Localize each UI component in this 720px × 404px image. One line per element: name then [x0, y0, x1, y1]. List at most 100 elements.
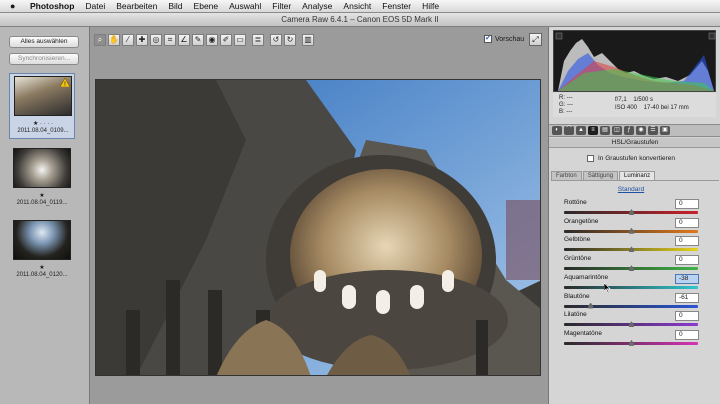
thumbnail-caption: 2011.08.04_0120...: [16, 272, 68, 278]
zoom-tool-icon[interactable]: ⌕: [94, 34, 106, 46]
snapshots-tab-icon[interactable]: ▣: [660, 126, 670, 135]
thumbnail-2[interactable]: ★ 2011.08.04_0119...: [9, 146, 75, 212]
preview-checkbox[interactable]: ✔: [484, 35, 492, 43]
straighten-tool-icon[interactable]: ∠: [178, 34, 190, 46]
standard-link[interactable]: Standard: [549, 186, 713, 193]
slider-value-field[interactable]: 0: [675, 199, 699, 209]
slider-value-field[interactable]: -38: [675, 273, 699, 284]
thumbnail-3[interactable]: ★ 2011.08.04_0120...: [9, 218, 75, 284]
hsl-tab-icon[interactable]: ≡: [588, 126, 598, 135]
rating-stars[interactable]: ★ · · · ·: [10, 120, 76, 127]
slider-track[interactable]: [564, 285, 698, 289]
thumbnail-image: [13, 148, 71, 188]
menu-bild[interactable]: Bild: [168, 1, 182, 11]
color-sampler-tool-icon[interactable]: ✚: [136, 34, 148, 46]
image-preview[interactable]: [95, 79, 541, 376]
slider-value-field[interactable]: -61: [675, 292, 699, 303]
rating-stars[interactable]: ★: [9, 192, 75, 199]
slider-track[interactable]: [564, 304, 698, 308]
thumbnail-caption: 2011.08.04_0119...: [16, 200, 68, 206]
menu-ebene[interactable]: Ebene: [194, 1, 219, 11]
r-label: R:: [559, 95, 565, 101]
preview-label: Vorschau: [495, 35, 525, 43]
slider-value-field[interactable]: 0: [675, 236, 699, 247]
preview-toggle[interactable]: ✔ Vorschau: [484, 35, 524, 43]
menu-filter[interactable]: Filter: [272, 1, 291, 11]
split-toning-tab-icon[interactable]: ▤: [600, 126, 610, 135]
presets-tab-icon[interactable]: ☰: [648, 126, 658, 135]
tool-bar: ⌕ ✋ ⁄ ✚ ◎ ⌗ ∠ ✎ ◉ ✐ ▭ ≣ ↺ ↻ ▥: [94, 32, 546, 48]
tab-saettigung[interactable]: Sättigung: [582, 171, 619, 180]
slider-value-field[interactable]: 0: [675, 217, 699, 228]
effects-tab-icon[interactable]: ƒ: [624, 126, 634, 135]
slider-row-4: Aquamarintöne -38: [562, 273, 702, 293]
slider-thumb[interactable]: [588, 302, 594, 309]
white-balance-tool-icon[interactable]: ⁄: [122, 34, 134, 46]
menu-analyse[interactable]: Analyse: [302, 1, 332, 11]
spot-removal-tool-icon[interactable]: ✎: [192, 34, 204, 46]
grayscale-checkbox[interactable]: [587, 155, 594, 162]
trash-icon[interactable]: ▥: [302, 34, 314, 46]
detail-tab-icon[interactable]: ▲: [576, 126, 586, 135]
mouse-cursor-icon: [604, 283, 611, 293]
slider-label: Orangetöne: [564, 217, 599, 225]
slider-thumb[interactable]: [629, 321, 634, 328]
rotate-ccw-icon[interactable]: ↺: [270, 34, 282, 46]
slider-value-field[interactable]: 0: [675, 311, 699, 322]
slider-thumb[interactable]: [629, 265, 634, 272]
tone-curve-tab-icon[interactable]: ⌒: [564, 126, 574, 135]
shutter-value: 1/500 s: [633, 97, 654, 103]
adjustment-brush-tool-icon[interactable]: ✐: [220, 34, 232, 46]
slider-thumb[interactable]: [629, 209, 634, 215]
camera-calibration-tab-icon[interactable]: ◉: [636, 126, 646, 135]
targeted-adjustment-tool-icon[interactable]: ◎: [150, 34, 162, 46]
menu-bearbeiten[interactable]: Bearbeiten: [116, 1, 157, 11]
select-all-button[interactable]: Alles auswählen: [9, 36, 79, 48]
red-eye-tool-icon[interactable]: ◉: [206, 34, 218, 46]
graduated-filter-tool-icon[interactable]: ▭: [234, 34, 246, 46]
apple-menu-icon[interactable]: ●: [10, 1, 20, 11]
slider-label: Aquamarintöne: [564, 273, 609, 281]
slider-label: Rottöne: [564, 199, 587, 206]
menu-datei[interactable]: Datei: [85, 1, 105, 11]
menu-auswahl[interactable]: Auswahl: [229, 1, 261, 11]
basic-tab-icon[interactable]: ◐: [552, 126, 562, 135]
slider-label: Grüntöne: [564, 255, 592, 263]
menu-app-photoshop[interactable]: Photoshop: [30, 1, 74, 11]
slider-label: Blautöne: [564, 292, 590, 300]
adjustments-panel: R: --- G: --- B: --- f/7,1 1/500 s ISO 4…: [548, 27, 720, 404]
slider-row-6: Lilatöne 0: [562, 311, 702, 330]
slider-value-field[interactable]: 0: [675, 329, 699, 340]
hand-tool-icon[interactable]: ✋: [108, 34, 120, 46]
preferences-icon[interactable]: ≣: [252, 34, 264, 46]
synchronize-button[interactable]: Synchronisieren...: [9, 53, 79, 65]
window-title: Camera Raw 6.4.1 – Canon EOS 5D Mark II: [0, 13, 720, 27]
tab-luminanz[interactable]: Luminanz: [619, 171, 656, 180]
slider-value-field[interactable]: 0: [675, 255, 699, 266]
histogram: [553, 30, 716, 92]
cathedral-photo: [96, 80, 540, 375]
slider-label: Lilatöne: [564, 311, 587, 319]
tab-farbton[interactable]: Farbton: [551, 171, 582, 180]
grayscale-toggle[interactable]: In Graustufen konvertieren: [587, 155, 675, 162]
r-value: ---: [566, 95, 573, 101]
slider-thumb[interactable]: [629, 227, 634, 234]
fullscreen-button[interactable]: ⤢: [529, 33, 542, 46]
panel-title: HSL/Graustufen: [549, 138, 720, 148]
slider-thumb[interactable]: [629, 339, 634, 346]
slider-thumb[interactable]: [629, 246, 634, 253]
rating-stars[interactable]: ★: [9, 264, 75, 271]
thumbnail-1[interactable]: ! ★ · · · · 2011.08.04_0109...: [9, 73, 75, 139]
aperture-value: f/7,1: [615, 97, 627, 103]
thumbnail-caption: 2011.08.04_0109...: [17, 128, 69, 134]
g-value: ---: [567, 102, 574, 108]
slider-label: Magentatöne: [564, 329, 602, 337]
lens-tab-icon[interactable]: ◫: [612, 126, 622, 135]
crop-tool-icon[interactable]: ⌗: [164, 34, 176, 46]
menu-fenster[interactable]: Fenster: [382, 1, 411, 11]
slider-row-7: Magentatöne 0: [562, 329, 702, 349]
menu-hilfe[interactable]: Hilfe: [422, 1, 439, 11]
thumbnail-image: [13, 220, 71, 260]
menu-ansicht[interactable]: Ansicht: [343, 1, 371, 11]
rotate-cw-icon[interactable]: ↻: [284, 34, 296, 46]
